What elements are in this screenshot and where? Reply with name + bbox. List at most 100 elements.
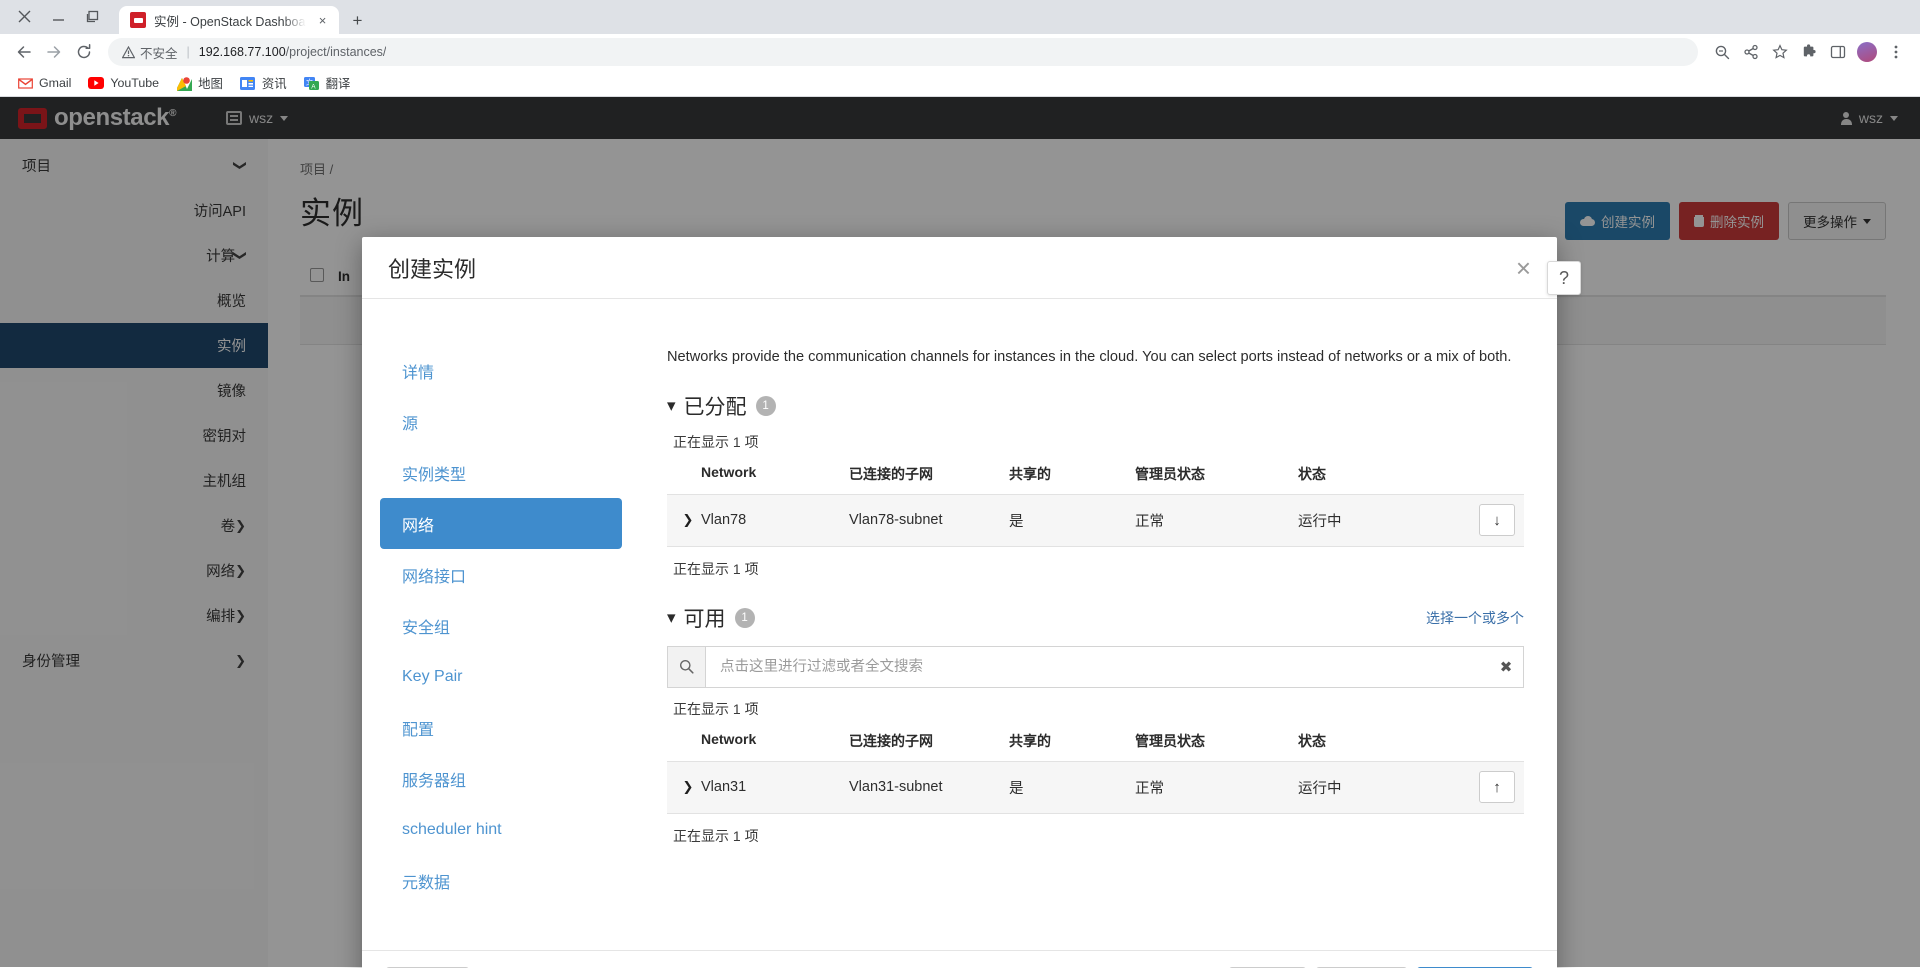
forward-arrow-icon[interactable] (40, 38, 68, 66)
back-arrow-icon[interactable] (10, 38, 38, 66)
wizard-step-7[interactable]: 配置 (380, 702, 622, 753)
wizard-step-label: 元数据 (402, 874, 451, 892)
column-admin-state: 管理员状态 (1135, 465, 1205, 482)
allocated-table-header: Network 已连接的子网 共享的 管理员状态 状态 (667, 464, 1524, 494)
profile-avatar[interactable] (1853, 38, 1881, 66)
available-search-bar[interactable]: ✖ (667, 645, 1524, 688)
wizard-step-2[interactable]: 实例类型 (380, 447, 622, 498)
bookmarks-bar: Gmail YouTube 地图 资讯 文A 翻译 (0, 70, 1920, 97)
column-shared: 共享的 (1009, 732, 1051, 749)
bookmark-maps[interactable]: 地图 (168, 71, 231, 95)
wizard-step-0[interactable]: 详情 (380, 345, 622, 396)
maps-icon (176, 75, 192, 91)
wizard-step-label: 安全组 (402, 619, 451, 637)
cell-subnet: Vlan78-subnet (849, 512, 943, 529)
chevron-right-icon[interactable]: ❯ (667, 512, 701, 528)
openstack-dashboard: openstack® wsz wsz 项目 ❯ 访问API 计算 ❯ 概览 实例 镜像 密钥对主… (0, 97, 1920, 968)
allocated-title: 已分配 (683, 395, 747, 419)
wizard-step-label: 网络接口 (402, 568, 467, 586)
translate-icon: 文A (304, 75, 320, 91)
bookmark-label: 资讯 (261, 77, 287, 91)
wizard-content-network: ? Networks provide the communication cha… (645, 261, 1581, 950)
arrow-down-icon: ↓ (1493, 511, 1501, 529)
wizard-step-label: 实例类型 (402, 466, 467, 484)
minimize-window-icon[interactable] (52, 10, 67, 25)
wizard-step-4[interactable]: 网络接口 (380, 549, 622, 600)
maximize-window-icon[interactable] (86, 10, 101, 25)
url-text: 192.168.77.100/project/instances/ (199, 45, 387, 59)
cell-status: 运行中 (1298, 513, 1342, 530)
allocated-section-header[interactable]: ▾ 已分配 1 (667, 391, 1533, 421)
search-input[interactable] (706, 646, 1489, 687)
share-icon[interactable] (1737, 38, 1765, 66)
wizard-nav: 详情源实例类型网络网络接口安全组 Key Pair 配置服务器组 scheduler … (362, 299, 645, 950)
bookmark-label: Gmail (39, 76, 72, 90)
modal-title: 创建实例 (388, 256, 477, 282)
bookmark-label: 翻译 (325, 77, 351, 91)
wizard-step-10[interactable]: 元数据 (380, 855, 622, 906)
column-admin-state: 管理员状态 (1135, 732, 1205, 749)
close-tab-icon[interactable]: × (314, 12, 331, 29)
tab-strip: 实例 - OpenStack Dashboa × + (0, 0, 1920, 34)
wizard-step-5[interactable]: 安全组 (380, 600, 622, 651)
expand-column (667, 731, 701, 751)
deallocate-button[interactable]: ↓ (1479, 504, 1515, 537)
modal-footer: ✖ 取消 ‹ 返回 下一项 › 创建实例 (362, 950, 1557, 968)
column-network: Network (701, 463, 757, 480)
network-description: Networks provide the communication chann… (667, 349, 1512, 365)
wizard-step-6[interactable]: Key Pair (380, 651, 622, 702)
column-network: Network (701, 730, 757, 747)
side-panel-icon[interactable] (1824, 38, 1852, 66)
table-row[interactable]: ❯ Vlan31 Vlan31-subnet 是 正常 运行中 ↑ (667, 760, 1524, 814)
available-section-header[interactable]: ▾ 可用 1 选择一个或多个 (667, 603, 1524, 633)
wizard-step-3[interactable]: 网络 (380, 498, 622, 549)
expand-column (667, 464, 701, 484)
column-subnet: 已连接的子网 (849, 465, 933, 482)
wizard-step-label: 网络 (402, 517, 435, 535)
cell-network: Vlan31 (701, 779, 747, 796)
wizard-step-9[interactable]: scheduler hint (380, 804, 622, 855)
bookmark-translate[interactable]: 文A 翻译 (296, 71, 359, 95)
star-icon[interactable] (1766, 38, 1794, 66)
new-tab-button[interactable]: + (349, 12, 366, 29)
allocated-count-badge: 1 (755, 395, 776, 416)
table-row[interactable]: ❯ Vlan78 Vlan78-subnet 是 正常 运行中 ↓ (667, 493, 1524, 547)
zoom-icon[interactable] (1708, 38, 1736, 66)
column-action (1438, 464, 1524, 484)
bookmark-label: YouTube (110, 76, 160, 90)
close-icon[interactable]: × (1516, 255, 1531, 281)
search-icon (668, 646, 706, 687)
extensions-icon[interactable] (1795, 38, 1823, 66)
modal-header: 创建实例 × (362, 237, 1557, 299)
bookmark-news[interactable]: 资讯 (232, 71, 295, 95)
chevron-down-icon: ▾ (667, 608, 676, 628)
wizard-step-1[interactable]: 源 (380, 396, 622, 447)
browser-menu-icon[interactable] (1882, 38, 1910, 66)
column-action (1438, 731, 1524, 751)
close-window-icon[interactable] (18, 10, 33, 25)
allocate-button[interactable]: ↑ (1479, 771, 1515, 804)
wizard-step-label: 源 (402, 415, 419, 433)
clear-x-icon[interactable]: ✖ (1489, 658, 1523, 676)
bookmark-youtube[interactable]: YouTube (80, 72, 167, 94)
bookmark-gmail[interactable]: Gmail (9, 72, 79, 94)
openstack-favicon-icon (130, 12, 146, 28)
cell-shared: 是 (1009, 780, 1024, 797)
wizard-step-label: 服务器组 (402, 772, 467, 790)
available-count-bottom: 正在显示 1 项 (673, 827, 759, 844)
wizard-step-label: 详情 (402, 364, 435, 382)
not-secure-indicator[interactable]: 不安全 (122, 43, 178, 62)
available-title: 可用 (683, 607, 726, 631)
wizard-step-8[interactable]: 服务器组 (380, 753, 622, 804)
help-icon[interactable]: ? (1547, 261, 1581, 295)
cell-shared: 是 (1009, 513, 1024, 530)
chevron-right-icon[interactable]: ❯ (667, 779, 701, 795)
cell-admin-state: 正常 (1135, 780, 1164, 797)
available-count-badge: 1 (734, 607, 755, 628)
browser-tab[interactable]: 实例 - OpenStack Dashboa × (119, 6, 339, 34)
gmail-icon (17, 75, 33, 91)
url-host: 192.168.77.100 (198, 45, 286, 59)
bookmark-label: 地图 (198, 77, 223, 91)
address-bar[interactable]: 不安全 | 192.168.77.100/project/instances/ (108, 38, 1698, 66)
reload-icon[interactable] (70, 38, 98, 66)
